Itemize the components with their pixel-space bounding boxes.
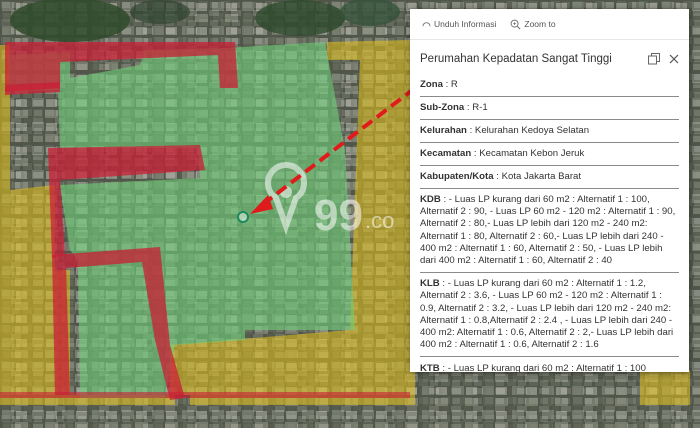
field-row-kelurahan: Kelurahan : Kelurahan Kedoya Selatan bbox=[420, 120, 679, 143]
tree-canopy bbox=[255, 0, 345, 36]
download-info-label: Unduh Informasi bbox=[434, 19, 497, 29]
field-row-klb: KLB : - Luas LP kurang dari 60 m2 : Alte… bbox=[420, 273, 679, 358]
dock-icon[interactable] bbox=[647, 52, 661, 66]
field-value: Kecamatan Kebon Jeruk bbox=[479, 148, 585, 159]
field-value: Kelurahan Kedoya Selatan bbox=[474, 125, 590, 136]
field-label: Zona bbox=[420, 79, 443, 90]
close-icon[interactable] bbox=[667, 52, 681, 66]
field-value: - Luas LP kurang dari 60 m2 : Alternatif… bbox=[420, 194, 676, 267]
field-row-kecamatan: Kecamatan : Kecamatan Kebon Jeruk bbox=[420, 143, 679, 166]
field-row-ktb: KTB : - Luas LP kurang dari 60 m2 : Alte… bbox=[420, 357, 679, 372]
tree-canopy bbox=[130, 0, 190, 24]
field-label: Sub-Zona bbox=[420, 102, 465, 113]
info-popup: Unduh Informasi Zoom to Perumahan Kepada… bbox=[410, 9, 689, 372]
field-value: - Luas LP kurang dari 60 m2 : Alternatif… bbox=[447, 363, 646, 372]
field-value: - Luas LP kurang dari 60 m2 : Alternatif… bbox=[420, 278, 674, 351]
field-label: KDB bbox=[420, 194, 441, 205]
field-value: Kota Jakarta Barat bbox=[501, 171, 582, 182]
field-value: R-1 bbox=[472, 102, 488, 113]
field-row-kabupaten-kota: Kabupaten/Kota : Kota Jakarta Barat bbox=[420, 166, 679, 189]
field-row-kdb: KDB : - Luas LP kurang dari 60 m2 : Alte… bbox=[420, 189, 679, 274]
popup-header: Perumahan Kepadatan Sangat Tinggi bbox=[410, 40, 689, 74]
field-label: Kelurahan bbox=[420, 125, 467, 136]
field-row-sub-zona: Sub-Zona : R-1 bbox=[420, 97, 679, 120]
field-label: KLB bbox=[420, 278, 440, 290]
popup-toolbar: Unduh Informasi Zoom to bbox=[410, 9, 689, 40]
watermark-suffix: .co bbox=[365, 208, 394, 233]
download-icon bbox=[422, 21, 431, 26]
zoom-icon bbox=[510, 19, 521, 29]
field-label: KTB bbox=[420, 363, 440, 372]
zone-yellow-far-right[interactable] bbox=[640, 370, 690, 405]
field-row-zona: Zona : R bbox=[420, 74, 679, 97]
location-marker-icon[interactable] bbox=[237, 211, 249, 223]
field-label: Kecamatan bbox=[420, 148, 472, 159]
popup-title: Perumahan Kepadatan Sangat Tinggi bbox=[420, 53, 612, 65]
zoom-to-label: Zoom to bbox=[524, 19, 556, 29]
zone-red-road-bottom[interactable] bbox=[0, 392, 410, 398]
download-info-button[interactable]: Unduh Informasi bbox=[422, 19, 496, 29]
popup-body: Zona : R Sub-Zona : R-1 Kelurahan : Kelu… bbox=[410, 74, 689, 372]
zoom-to-button[interactable]: Zoom to bbox=[510, 19, 556, 30]
watermark-text: 99 bbox=[314, 191, 363, 240]
tree-canopy bbox=[10, 0, 130, 42]
field-value: R bbox=[450, 79, 458, 90]
field-label: Kabupaten/Kota bbox=[420, 171, 494, 182]
